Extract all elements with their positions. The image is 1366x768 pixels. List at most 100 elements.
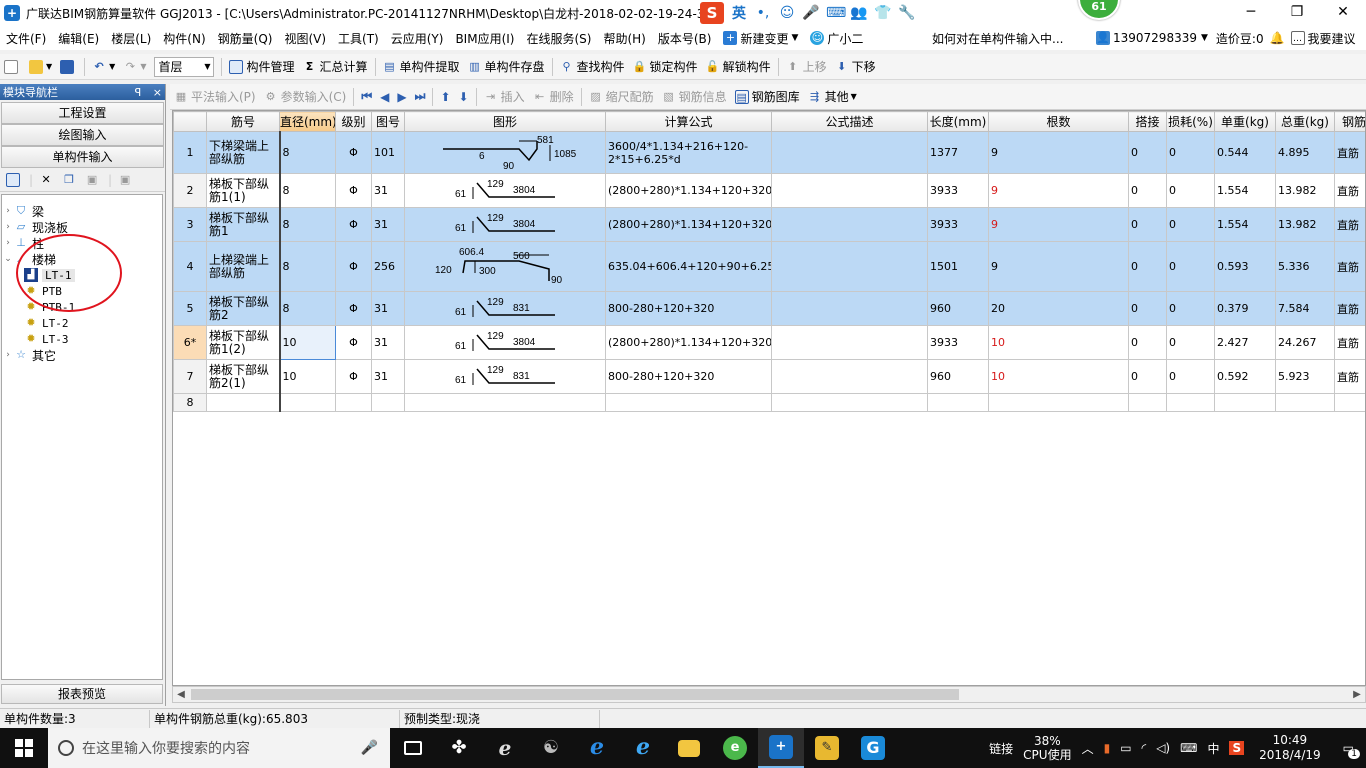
- length-cell[interactable]: 960: [927, 359, 989, 394]
- unlock-component-button[interactable]: 🔓 解锁构件: [702, 56, 775, 78]
- grade-cell[interactable]: Φ: [335, 241, 372, 292]
- menu-version[interactable]: 版本号(B): [652, 30, 718, 47]
- tray-link[interactable]: 链接: [984, 740, 1018, 757]
- diameter-cell[interactable]: 10: [279, 325, 336, 360]
- delete-row-button[interactable]: ⇤ 删除: [529, 86, 578, 108]
- new-file-button[interactable]: [0, 56, 25, 78]
- tray-network-icon[interactable]: ▭: [1115, 741, 1136, 755]
- copy-icon[interactable]: ❐: [62, 173, 76, 187]
- prev-record-button[interactable]: ◀: [376, 86, 393, 108]
- length-cell[interactable]: [927, 393, 989, 412]
- scale-rebar-button[interactable]: ▨ 缩尺配筋: [585, 86, 658, 108]
- summary-calc-button[interactable]: Σ 汇总计算: [298, 56, 371, 78]
- maximize-button[interactable]: ❐: [1274, 0, 1320, 26]
- microphone-icon[interactable]: 🎤: [361, 740, 378, 756]
- total-weight-cell[interactable]: 4.895: [1275, 131, 1335, 174]
- row-up-button[interactable]: ⬆: [436, 86, 454, 108]
- move-down-button[interactable]: ⬇ 下移: [831, 56, 880, 78]
- bar-name-cell[interactable]: 梯板下部纵筋1(2): [206, 325, 281, 360]
- notification-center[interactable]: ▭ 1: [1331, 741, 1366, 759]
- rebar-type-cell[interactable]: 直筋: [1334, 173, 1365, 208]
- scrollbar-thumb[interactable]: [191, 689, 959, 700]
- bar-name-cell[interactable]: 上梯梁端上部纵筋: [206, 241, 281, 292]
- diameter-cell[interactable]: 8: [279, 241, 336, 292]
- undo-button[interactable]: ↶ ▼: [88, 56, 119, 78]
- report-preview-button[interactable]: 报表预览: [1, 684, 163, 704]
- bar-name-cell[interactable]: [206, 393, 281, 412]
- col-header-figure-no[interactable]: 图号: [371, 111, 405, 132]
- taskbar-app-ie-gray[interactable]: ℯ: [482, 728, 528, 768]
- count-cell[interactable]: [988, 393, 1129, 412]
- table-row[interactable]: 1 下梯梁端上部纵筋 8 Φ 101 581 6 1085 90 3600/4*1.134+216…: [173, 131, 1365, 174]
- ime-lang-toggle[interactable]: 英: [730, 3, 748, 23]
- diameter-cell[interactable]: [279, 393, 336, 412]
- formula-desc-cell[interactable]: [771, 291, 928, 326]
- rebar-type-cell[interactable]: [1334, 393, 1365, 412]
- row-number[interactable]: 7: [173, 359, 207, 394]
- formula-cell[interactable]: 800-280+120+320: [605, 359, 772, 394]
- lap-cell[interactable]: [1128, 393, 1167, 412]
- move-up-button[interactable]: ⬆ 上移: [782, 56, 831, 78]
- rebar-type-cell[interactable]: 直筋: [1334, 207, 1365, 242]
- lap-cell[interactable]: 0: [1128, 173, 1167, 208]
- help-search-link[interactable]: 如何对在单构件输入中...: [932, 26, 1063, 50]
- table-row[interactable]: 5 梯板下部纵筋2 8 Φ 31 61 129 831 800-280+120+320 960 20…: [173, 291, 1365, 326]
- formula-desc-cell[interactable]: [771, 325, 928, 360]
- menu-help[interactable]: 帮助(H): [597, 30, 651, 47]
- tree-node-ptb[interactable]: ✹ PTB: [2, 283, 162, 299]
- menu-file[interactable]: 文件(F): [0, 30, 52, 47]
- col-header-loss[interactable]: 损耗(%): [1166, 111, 1215, 132]
- taskbar-app-edge[interactable]: ℯ: [574, 728, 620, 768]
- users-icon[interactable]: 👥: [850, 5, 868, 21]
- last-record-button[interactable]: ⏭: [411, 86, 430, 108]
- figure-no-cell[interactable]: 31: [371, 207, 405, 242]
- lap-cell[interactable]: 0: [1128, 291, 1167, 326]
- table-row[interactable]: 3 梯板下部纵筋1 8 Φ 31 61 129 3804 (2800+280)*1.134+12…: [173, 207, 1365, 242]
- pin-icon[interactable]: ꟼ: [135, 86, 142, 99]
- save-component-button[interactable]: ▥ 单构件存盘: [464, 56, 549, 78]
- length-cell[interactable]: 3933: [927, 173, 989, 208]
- menu-floor[interactable]: 楼层(L): [105, 30, 157, 47]
- diameter-cell[interactable]: 8: [279, 131, 336, 174]
- tray-keyboard-icon[interactable]: ⌨: [1175, 741, 1202, 755]
- row-number[interactable]: 8: [173, 393, 207, 412]
- tray-ime-lang[interactable]: 中: [1202, 740, 1224, 757]
- lap-cell[interactable]: 0: [1128, 131, 1167, 174]
- insert-row-button[interactable]: ⇥ 插入: [480, 86, 529, 108]
- task-view-button[interactable]: [390, 728, 436, 768]
- length-cell[interactable]: 1377: [927, 131, 989, 174]
- rebar-type-cell[interactable]: 直筋: [1334, 325, 1365, 360]
- count-cell[interactable]: 9: [988, 131, 1129, 174]
- microphone-icon[interactable]: 🎤: [802, 5, 820, 21]
- rebar-type-cell[interactable]: 直筋: [1334, 291, 1365, 326]
- loss-cell[interactable]: [1166, 393, 1215, 412]
- col-header-shape[interactable]: 图形: [404, 111, 606, 132]
- chevron-right-icon[interactable]: ›: [2, 350, 14, 360]
- first-record-button[interactable]: ⏮: [357, 86, 376, 108]
- tray-wifi-icon[interactable]: ◜: [1137, 741, 1152, 755]
- col-header-total-weight[interactable]: 总重(kg): [1275, 111, 1335, 132]
- loss-cell[interactable]: 0: [1166, 241, 1215, 292]
- wrench-icon[interactable]: 🔧: [898, 5, 916, 21]
- component-list-icon[interactable]: [6, 172, 20, 187]
- taskbar-app-fan[interactable]: ✤: [436, 728, 482, 768]
- unit-weight-cell[interactable]: 1.554: [1214, 173, 1276, 208]
- grade-cell[interactable]: Φ: [335, 359, 372, 394]
- paste-icon[interactable]: ▣: [85, 173, 99, 187]
- tray-cpu[interactable]: 38% CPU使用: [1018, 734, 1076, 762]
- diameter-cell[interactable]: 8: [279, 207, 336, 242]
- phone-number[interactable]: 13907298339: [1113, 31, 1197, 45]
- formula-desc-cell[interactable]: [771, 359, 928, 394]
- loss-cell[interactable]: 0: [1166, 207, 1215, 242]
- lap-cell[interactable]: 0: [1128, 325, 1167, 360]
- cost-beans[interactable]: 造价豆:0: [1216, 30, 1264, 47]
- length-cell[interactable]: 1501: [927, 241, 989, 292]
- loss-cell[interactable]: 0: [1166, 325, 1215, 360]
- col-header-grade[interactable]: 级别: [335, 111, 372, 132]
- col-header-diameter[interactable]: 直径(mm): [279, 111, 336, 132]
- tray-clock[interactable]: 10:49 2018/4/19: [1249, 733, 1331, 763]
- flat-input-button[interactable]: ▦ 平法输入(P): [170, 86, 260, 108]
- col-header-length[interactable]: 长度(mm): [927, 111, 989, 132]
- tree-node-lt2[interactable]: ✹ LT-2: [2, 315, 162, 331]
- diameter-cell[interactable]: 8: [279, 291, 336, 326]
